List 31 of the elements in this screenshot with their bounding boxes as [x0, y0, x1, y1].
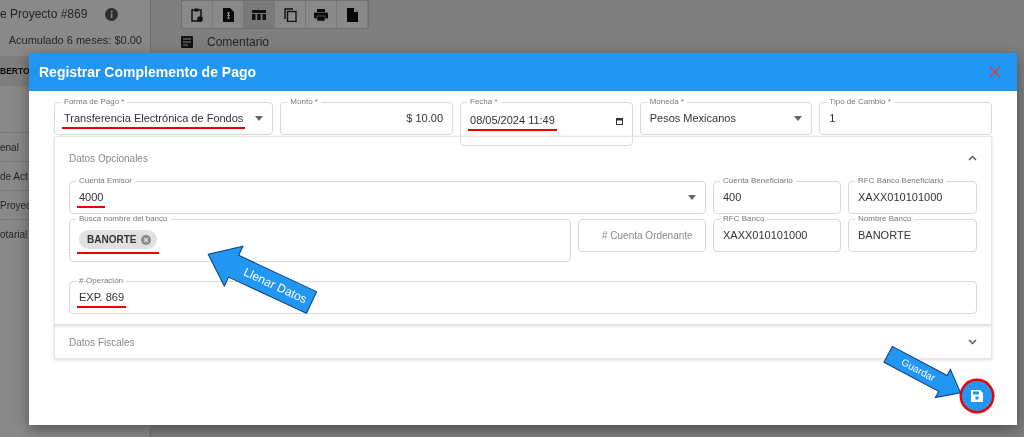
- comment-label: Comentario: [207, 35, 270, 49]
- printer-icon: [314, 8, 328, 21]
- sidebar-item[interactable]: Proyec: [0, 199, 32, 211]
- project-title: e Proyecto #869: [0, 7, 88, 21]
- calendar-icon[interactable]: [615, 117, 623, 125]
- info-icon[interactable]: [105, 7, 118, 21]
- caret-icon: [688, 195, 696, 200]
- sidebar-item[interactable]: otarial: [0, 228, 28, 240]
- input-field[interactable]: # Cuenta Ordenante: [578, 219, 706, 252]
- toolbar-button[interactable]: [244, 1, 275, 28]
- comment-icon: [181, 36, 193, 48]
- table-icon: [252, 9, 266, 20]
- caret-icon: [255, 116, 264, 121]
- bank-chip[interactable]: BANORTE: [79, 230, 158, 249]
- accumulated-total: Acumulado 6 meses: $0.00: [8, 34, 142, 46]
- copy-icon: [283, 7, 297, 22]
- document-icon: [346, 7, 358, 22]
- chevron-down-icon[interactable]: [968, 339, 977, 345]
- save-button[interactable]: [962, 381, 992, 411]
- clipboard-clock-icon: [191, 7, 203, 22]
- caret-icon: [794, 116, 803, 121]
- dollar-document-icon: [222, 7, 234, 22]
- panel-title[interactable]: Datos Opcionales: [69, 152, 148, 164]
- sidebar-item[interactable]: enal: [0, 141, 19, 153]
- client-name: BERTO: [0, 66, 30, 76]
- close-icon: [989, 66, 1001, 78]
- sidebar-item[interactable]: de Act: [0, 170, 28, 182]
- panel-title[interactable]: Datos Fiscales: [69, 336, 135, 348]
- remove-icon[interactable]: [141, 234, 152, 245]
- dialog-title: Registrar Complemento de Pago: [39, 64, 257, 80]
- chevron-up-icon[interactable]: [968, 155, 977, 161]
